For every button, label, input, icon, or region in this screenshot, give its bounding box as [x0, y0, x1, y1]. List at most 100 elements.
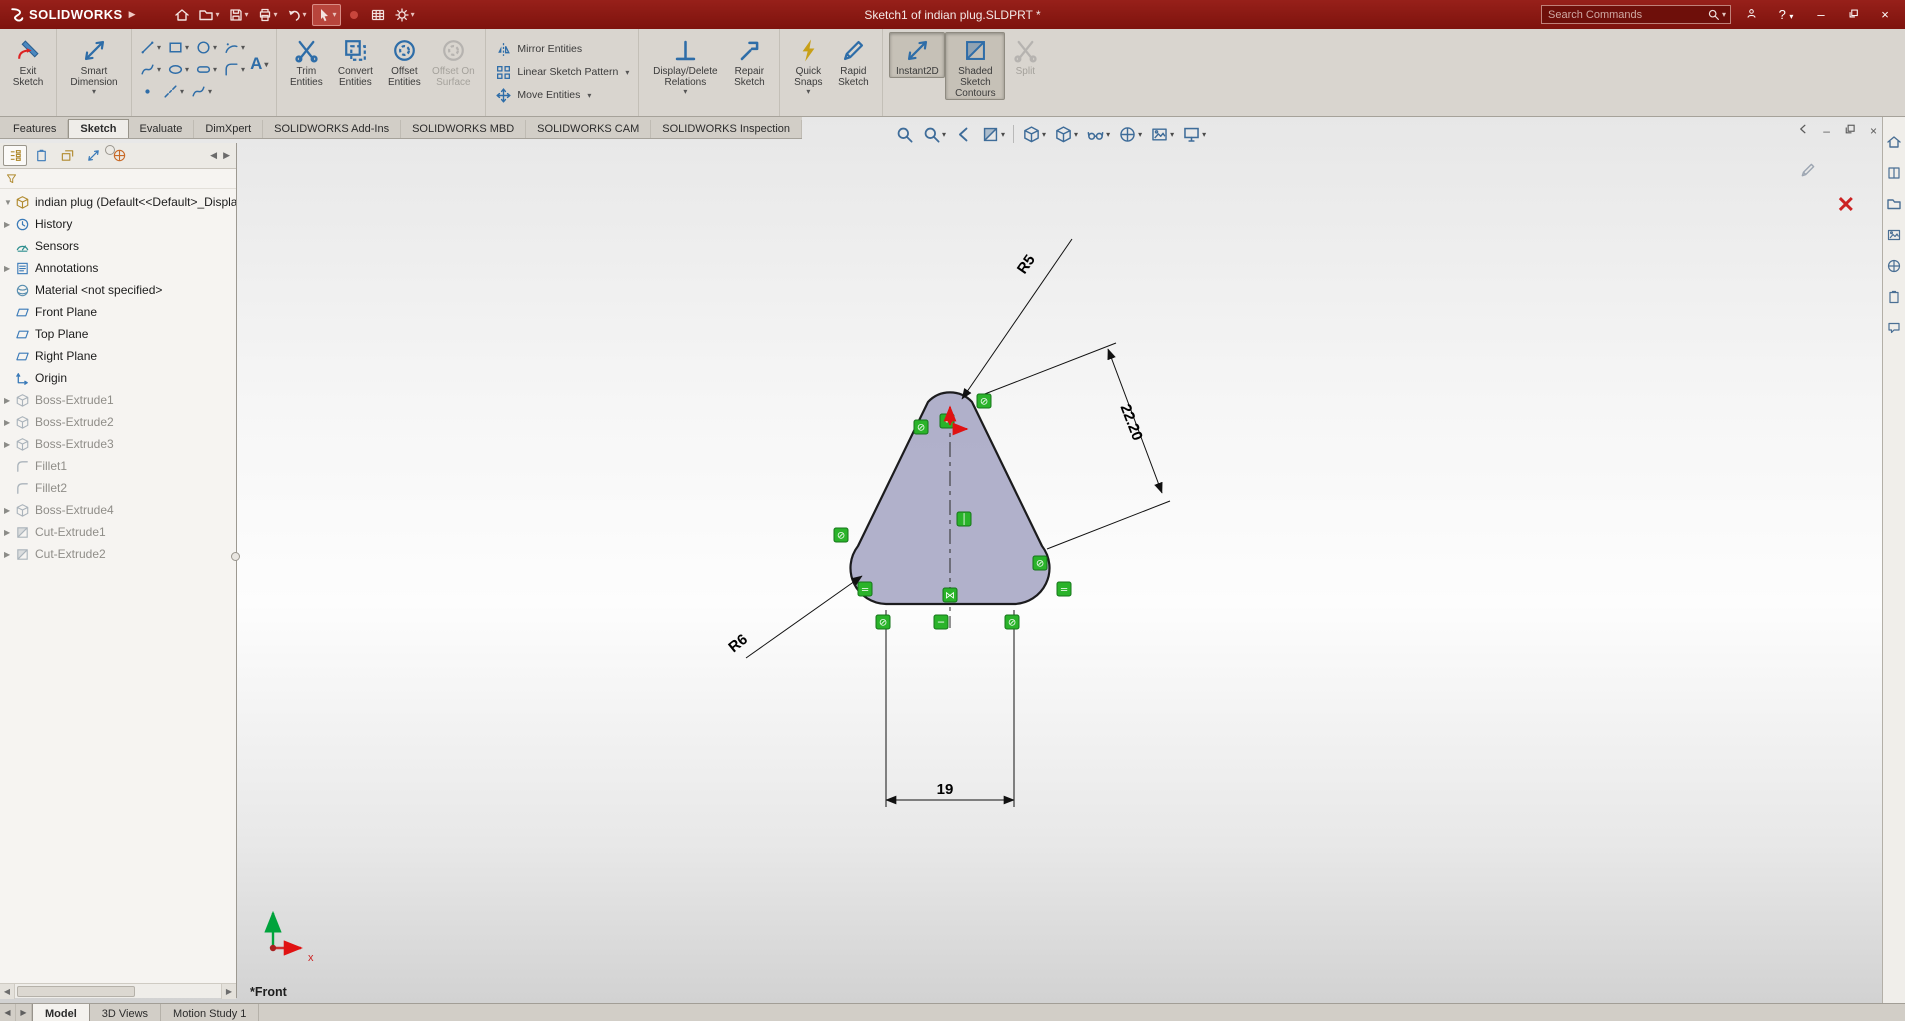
chevron-down-icon[interactable]: ▾ — [587, 91, 591, 100]
relation-equal-badge[interactable]: = — [1056, 581, 1072, 597]
previous-view-button[interactable] — [952, 122, 975, 146]
move-entities-button[interactable]: Move Entities ▾ — [492, 84, 632, 106]
tree-item-fillet1[interactable]: Fillet1 — [0, 455, 236, 477]
tree-item-origin[interactable]: Origin — [0, 367, 236, 389]
expander-icon[interactable]: ▶ — [4, 264, 15, 273]
straight-slot-tool-button[interactable]: ▾ — [194, 59, 218, 79]
sketch-canvas[interactable]: 19 22.20 R5 R6 ⊘ ⊘ • ⊘ │ ⊘ = = ⊘ ⊘ ⋈ ─ x — [0, 117, 1905, 1003]
expander-icon[interactable]: ▶ — [4, 440, 15, 449]
relation-tangent-badge[interactable]: ⊘ — [1032, 555, 1048, 571]
zoom-to-fit-button[interactable] — [893, 122, 916, 146]
expander-icon[interactable]: ▶ — [4, 220, 15, 229]
tree-item-annotations[interactable]: ▶ Annotations — [0, 257, 236, 279]
view-orientation-button[interactable]: ▾ — [1020, 122, 1048, 146]
repair-sketch-button[interactable]: Repair Sketch — [725, 32, 773, 89]
dimension-bottom-radius[interactable]: R6 — [725, 575, 863, 659]
relation-horizontal-badge[interactable]: ─ — [933, 614, 949, 630]
expander-icon[interactable]: ▶ — [4, 550, 15, 559]
tab-dimxpert[interactable]: DimXpert — [194, 120, 264, 138]
relation-tangent-badge[interactable]: ⊘ — [875, 614, 891, 630]
doc-restore-left-button[interactable] — [1797, 123, 1809, 138]
equation-curve-tool-button[interactable]: ▾ — [189, 81, 213, 101]
taskpane-home-button[interactable] — [1885, 133, 1903, 151]
doc-close-button[interactable]: × — [1870, 124, 1877, 138]
select-tool-button[interactable]: ▾ — [311, 3, 341, 26]
relation-equal-badge[interactable]: = — [857, 581, 873, 597]
dimension-top-radius[interactable]: R5 — [961, 238, 1073, 400]
logo-expand-arrow-icon[interactable]: ▶ — [129, 9, 136, 20]
search-input[interactable] — [1546, 7, 1707, 22]
chevron-down-icon[interactable]: ▾ — [683, 88, 687, 96]
rebuild-button[interactable] — [343, 4, 365, 26]
print-button[interactable]: ▾ — [254, 4, 281, 26]
corner-rectangle-tool-button[interactable]: ▾ — [166, 37, 190, 57]
smart-dimension-button[interactable]: Smart Dimension ▾ — [63, 32, 125, 97]
3d-views-tab[interactable]: 3D Views — [90, 1004, 162, 1021]
forum-button[interactable] — [1885, 319, 1903, 337]
expander-icon[interactable]: ▶ — [4, 396, 15, 405]
line-tool-button[interactable]: ▾ — [138, 37, 162, 57]
file-properties-button[interactable] — [367, 4, 389, 26]
zoom-to-area-button[interactable]: ▾ — [920, 122, 948, 146]
section-view-button[interactable]: ▾ — [979, 122, 1007, 146]
convert-entities-button[interactable]: Convert Entities — [329, 32, 381, 89]
exit-sketch-button[interactable]: Exit Sketch — [6, 32, 50, 89]
tree-item-history[interactable]: ▶ History — [0, 213, 236, 235]
dimension-bottom-width[interactable]: 19 — [885, 610, 1015, 807]
model-tab[interactable]: Model — [32, 1004, 90, 1021]
tab-scroll-right-icon[interactable]: ▶ — [16, 1004, 32, 1021]
tab-features[interactable]: Features — [2, 120, 69, 138]
scrollbar-thumb[interactable] — [17, 985, 135, 997]
scroll-left-icon[interactable]: ◀ — [210, 150, 217, 161]
dimxpertmanager-tab[interactable] — [81, 145, 105, 166]
minimize-button[interactable]: – — [1809, 7, 1833, 22]
options-button[interactable]: ▾ — [391, 4, 418, 26]
save-button[interactable]: ▾ — [225, 4, 252, 26]
tree-item-right-plane[interactable]: Right Plane — [0, 345, 236, 367]
tree-item-sensors[interactable]: Sensors — [0, 235, 236, 257]
propertymanager-tab[interactable] — [29, 145, 53, 166]
ellipse-tool-button[interactable]: ▾ — [166, 59, 190, 79]
rapid-sketch-button[interactable]: Rapid Sketch — [830, 32, 876, 89]
exit-sketch-corner-button[interactable] — [1799, 161, 1817, 184]
doc-minimize-button[interactable]: – — [1823, 124, 1830, 138]
appearances-button[interactable] — [1885, 257, 1903, 275]
search-scope-caret-icon[interactable]: ▾ — [1722, 10, 1726, 19]
point-tool-button[interactable] — [138, 81, 157, 101]
linear-sketch-pattern-button[interactable]: Linear Sketch Pattern ▾ — [492, 61, 632, 83]
shaded-sketch-contours-toggle[interactable]: Shaded Sketch Contours — [945, 32, 1006, 100]
doc-restore-button[interactable] — [1844, 123, 1856, 138]
close-button[interactable]: × — [1873, 7, 1897, 22]
tree-filter-bar[interactable] — [0, 169, 236, 189]
tree-item-cut-extrude2[interactable]: ▶ Cut-Extrude2 — [0, 543, 236, 565]
file-explorer-button[interactable] — [1885, 195, 1903, 213]
mirror-entities-button[interactable]: Mirror Entities — [492, 38, 632, 60]
tab-inspection[interactable]: SOLIDWORKS Inspection — [651, 120, 803, 138]
quick-snaps-button[interactable]: Quick Snaps ▾ — [786, 32, 830, 97]
display-style-button[interactable]: ▾ — [1052, 122, 1080, 146]
hide-show-items-button[interactable]: ▾ — [1084, 122, 1112, 146]
chevron-down-icon[interactable]: ▾ — [806, 88, 810, 96]
scroll-left-icon[interactable]: ◀ — [0, 983, 15, 999]
centerline-tool-button[interactable]: ▾ — [161, 81, 185, 101]
tree-horizontal-scrollbar[interactable]: ◀ ▶ — [0, 983, 236, 999]
motion-study-tab[interactable]: Motion Study 1 — [161, 1004, 260, 1021]
offset-entities-button[interactable]: Offset Entities — [381, 32, 427, 89]
tree-item-cut-extrude1[interactable]: ▶ Cut-Extrude1 — [0, 521, 236, 543]
tree-item-material[interactable]: Material <not specified> — [0, 279, 236, 301]
tree-root-item[interactable]: ▼ indian plug (Default<<Default>_Display — [0, 191, 236, 213]
tree-item-boss-extrude2[interactable]: ▶ Boss-Extrude2 — [0, 411, 236, 433]
scroll-right-icon[interactable]: ▶ — [223, 150, 230, 161]
tab-addins[interactable]: SOLIDWORKS Add-Ins — [263, 120, 402, 138]
view-palette-button[interactable] — [1885, 226, 1903, 244]
edit-appearance-button[interactable]: ▾ — [1116, 122, 1144, 146]
tab-evaluate[interactable]: Evaluate — [129, 120, 195, 138]
maximize-button[interactable] — [1841, 7, 1865, 22]
welcome-home-button[interactable] — [171, 4, 193, 26]
display-delete-relations-button[interactable]: Display/Delete Relations ▾ — [645, 32, 725, 97]
cancel-sketch-button[interactable]: ✕ — [1837, 194, 1855, 216]
relation-tangent-badge[interactable]: ⊘ — [1004, 614, 1020, 630]
expander-icon[interactable]: ▶ — [4, 418, 15, 427]
circle-tool-button[interactable]: ▾ — [194, 37, 218, 57]
help-button[interactable]: ? ▾ — [1771, 7, 1801, 22]
